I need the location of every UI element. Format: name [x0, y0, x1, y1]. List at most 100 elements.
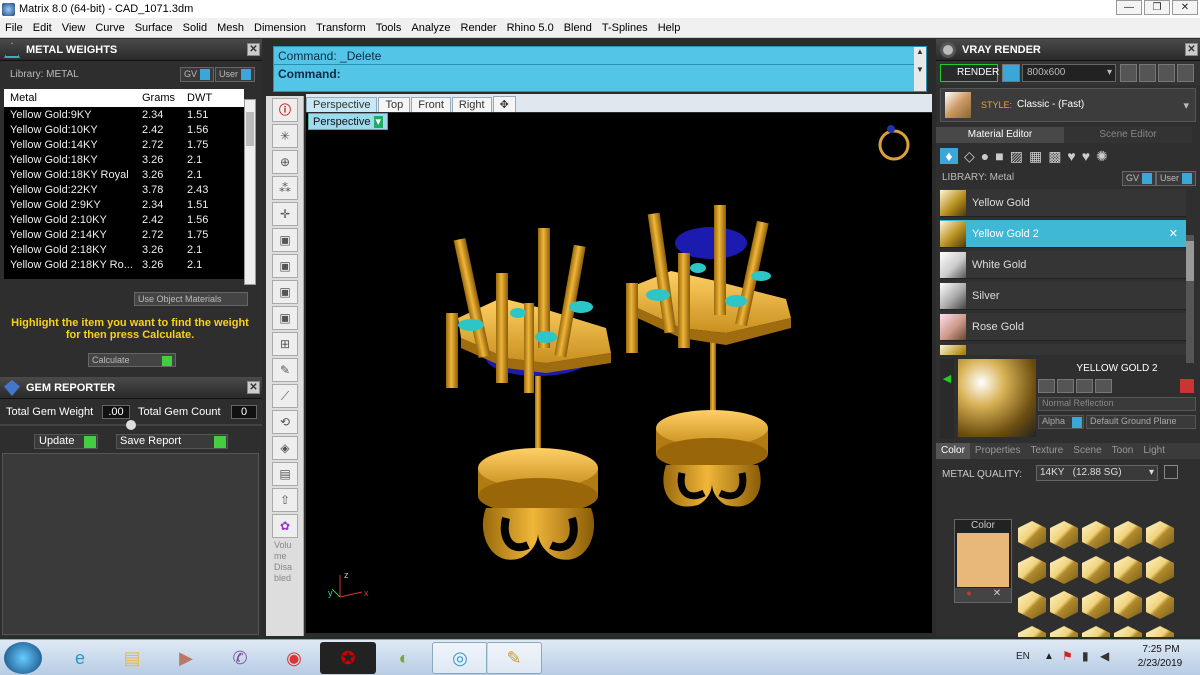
- close-button[interactable]: ✕: [1172, 0, 1198, 15]
- style-select[interactable]: STYLE: Classic - (Fast) ▾: [940, 88, 1196, 122]
- subtab-texture[interactable]: Texture: [1025, 443, 1068, 459]
- sphere-icon[interactable]: ●: [981, 148, 989, 164]
- language-indicator[interactable]: EN: [1016, 651, 1030, 662]
- surface-icon[interactable]: ◈: [272, 436, 298, 460]
- heart-multi-icon[interactable]: ♥: [1082, 148, 1090, 164]
- box-icon[interactable]: ▣: [272, 228, 298, 252]
- material-list-scrollbar[interactable]: [1186, 235, 1194, 363]
- info-icon[interactable]: ⓘ: [272, 98, 298, 122]
- metal-swatch[interactable]: [1082, 626, 1110, 637]
- menu-help[interactable]: Help: [653, 22, 686, 34]
- metal-swatch[interactable]: [1114, 626, 1142, 637]
- menu-render[interactable]: Render: [456, 22, 502, 34]
- metal-swatch[interactable]: [1082, 556, 1110, 584]
- list-icon[interactable]: [1158, 64, 1175, 82]
- material-item-selected[interactable]: Yellow Gold 2 ✕: [940, 220, 1186, 248]
- alpha-toggle[interactable]: Alpha: [1038, 415, 1084, 429]
- metal-row[interactable]: Yellow Gold:22KY 3.78 2.43: [4, 182, 244, 197]
- metal-swatch[interactable]: [1082, 521, 1110, 549]
- refresh-icon[interactable]: [1180, 379, 1194, 393]
- matrix-taskbar-icon[interactable]: ◎: [432, 642, 488, 674]
- metal-row[interactable]: Yellow Gold:9KY 2.34 1.51: [4, 107, 244, 122]
- split-icon[interactable]: ✳: [272, 124, 298, 148]
- menu-tools[interactable]: Tools: [371, 22, 407, 34]
- metal-row[interactable]: Yellow Gold 2:18KY 3.26 2.1: [4, 242, 244, 257]
- minimize-button[interactable]: —: [1116, 0, 1142, 15]
- metal-swatch[interactable]: [1050, 591, 1078, 619]
- tab-material-editor[interactable]: Material Editor: [936, 127, 1064, 143]
- paste-icon[interactable]: [1076, 379, 1093, 393]
- tab-perspective[interactable]: Perspective: [306, 97, 378, 112]
- rewind-icon[interactable]: [1120, 64, 1137, 82]
- use-object-materials-button[interactable]: Use Object Materials: [134, 292, 248, 306]
- render-button[interactable]: RENDER: [940, 64, 999, 82]
- menu-solid[interactable]: Solid: [178, 22, 212, 34]
- menu-file[interactable]: File: [0, 22, 28, 34]
- calculate-button[interactable]: Calculate: [88, 353, 176, 367]
- game-icon[interactable]: ✪: [320, 642, 376, 674]
- copy-icon[interactable]: [1057, 379, 1074, 393]
- gem-slider-handle[interactable]: [126, 420, 136, 430]
- metal-swatch[interactable]: [1146, 521, 1174, 549]
- box-perspective-icon[interactable]: ▣: [272, 306, 298, 330]
- metal-drop-icon[interactable]: ♦: [940, 148, 958, 164]
- metal-swatch[interactable]: [1018, 591, 1046, 619]
- vray-close-button[interactable]: ✕: [1185, 43, 1198, 56]
- start-button[interactable]: [4, 642, 42, 674]
- tab-scene-editor[interactable]: Scene Editor: [1064, 127, 1192, 143]
- square-icon[interactable]: ■: [995, 148, 1003, 164]
- material-item[interactable]: [940, 344, 1186, 355]
- hatch-icon[interactable]: ▨: [1010, 148, 1023, 165]
- app-icon-green[interactable]: ◐: [376, 642, 432, 674]
- tab-top[interactable]: Top: [378, 97, 411, 112]
- add-icon[interactable]: [1095, 379, 1112, 393]
- metal-swatch[interactable]: [1146, 626, 1174, 637]
- metal-swatch[interactable]: [1018, 521, 1046, 549]
- frame-icon[interactable]: [1139, 64, 1156, 82]
- clear-color-icon[interactable]: ✕: [983, 588, 1011, 602]
- menu-blend[interactable]: Blend: [559, 22, 597, 34]
- metal-swatch[interactable]: [1050, 626, 1078, 637]
- metal-row[interactable]: Yellow Gold 2:14KY 2.72 1.75: [4, 227, 244, 242]
- resolution-select[interactable]: 800x600 ▾: [1022, 64, 1116, 82]
- col-grams[interactable]: Grams: [136, 89, 181, 107]
- vray-user-toggle[interactable]: User: [1156, 171, 1196, 187]
- rotate-icon[interactable]: ⟲: [272, 410, 298, 434]
- metal-swatch[interactable]: [1082, 591, 1110, 619]
- metal-swatch[interactable]: [1018, 626, 1046, 637]
- table-scrollbar[interactable]: [244, 99, 256, 285]
- menu-curve[interactable]: Curve: [90, 22, 129, 34]
- metal-swatch[interactable]: [1146, 556, 1174, 584]
- gv-toggle[interactable]: GV: [180, 67, 214, 83]
- metal-swatch[interactable]: [1114, 556, 1142, 584]
- metal-swatch[interactable]: [1114, 521, 1142, 549]
- menu-surface[interactable]: Surface: [130, 22, 178, 34]
- metal-row[interactable]: Yellow Gold:10KY 2.42 1.56: [4, 122, 244, 137]
- volume-icon[interactable]: ◀: [1100, 649, 1109, 663]
- clock-date[interactable]: 2/23/2019: [1130, 658, 1190, 669]
- tab-right[interactable]: Right: [451, 97, 492, 112]
- menu-view[interactable]: View: [57, 22, 91, 34]
- vray-gv-toggle[interactable]: GV: [1122, 171, 1156, 187]
- col-dwt[interactable]: DWT: [181, 89, 244, 107]
- save-icon[interactable]: [1038, 379, 1055, 393]
- diamond-icon[interactable]: ◇: [964, 148, 975, 165]
- menu-transform[interactable]: Transform: [311, 22, 371, 34]
- box-right-icon[interactable]: ▣: [272, 280, 298, 304]
- internet-explorer-icon[interactable]: e: [52, 642, 108, 674]
- network-icon[interactable]: ▮: [1082, 649, 1089, 663]
- metal-row[interactable]: Yellow Gold:18KY Royal 3.26 2.1: [4, 167, 244, 182]
- user-toggle[interactable]: User: [215, 67, 255, 83]
- subtab-color[interactable]: Color: [936, 443, 970, 459]
- box-front-icon[interactable]: ▣: [272, 254, 298, 278]
- maximize-button[interactable]: ❐: [1144, 0, 1170, 15]
- reflection-select[interactable]: Normal Reflection: [1038, 397, 1196, 411]
- eyedropper-icon[interactable]: ●: [955, 588, 983, 602]
- render-mode-icon[interactable]: [1002, 64, 1020, 82]
- material-item[interactable]: Silver: [940, 282, 1186, 310]
- gear-icon[interactable]: ✿: [272, 514, 298, 538]
- viewport[interactable]: z x y: [306, 113, 932, 633]
- command-prompt[interactable]: Command:: [274, 65, 926, 83]
- metal-row[interactable]: Yellow Gold 2:9KY 2.34 1.51: [4, 197, 244, 212]
- flag-icon[interactable]: ⚑: [1062, 649, 1073, 663]
